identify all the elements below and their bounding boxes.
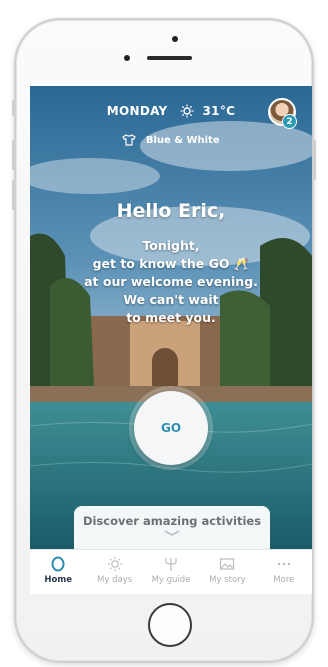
chevron-down-icon bbox=[164, 530, 180, 536]
message-line: We can't wait bbox=[123, 292, 219, 307]
tab-my-days[interactable]: My days bbox=[86, 550, 142, 594]
tab-label: My days bbox=[97, 575, 133, 585]
bottom-tab-bar: Home My days My guide My story More bbox=[30, 549, 312, 594]
tab-label: Home bbox=[44, 575, 72, 585]
tab-label: My guide bbox=[151, 575, 191, 585]
tab-more[interactable]: More bbox=[256, 550, 312, 594]
welcome-message: Tonight, get to know the GO 🥂 at our wel… bbox=[30, 237, 312, 327]
photo-icon bbox=[220, 558, 235, 570]
discover-label: Discover amazing activities bbox=[82, 514, 262, 528]
message-line: to meet you. bbox=[126, 310, 216, 325]
volume-down-button bbox=[12, 180, 15, 210]
discover-activities-panel[interactable]: Discover amazing activities bbox=[74, 506, 270, 550]
tab-home[interactable]: Home bbox=[30, 550, 86, 594]
dress-code-label: Blue & White bbox=[145, 135, 220, 146]
home-button[interactable] bbox=[148, 603, 192, 647]
sun-icon bbox=[180, 104, 194, 121]
power-button bbox=[313, 140, 316, 180]
message-line: at our welcome evening. bbox=[84, 274, 258, 289]
temperature-label: 31°C bbox=[202, 104, 236, 118]
sun-icon bbox=[107, 556, 122, 572]
go-button[interactable]: GO bbox=[134, 391, 208, 465]
proximity-sensor bbox=[124, 55, 130, 61]
volume-up-button bbox=[12, 140, 15, 170]
tab-my-story[interactable]: My story bbox=[199, 550, 255, 594]
message-line: get to know the GO 🥂 bbox=[92, 256, 250, 271]
more-dots-icon bbox=[277, 562, 291, 566]
tab-my-guide[interactable]: My guide bbox=[143, 550, 199, 594]
dress-code: Blue & White bbox=[30, 134, 312, 149]
tshirt-icon bbox=[122, 134, 136, 149]
notification-badge[interactable]: 2 bbox=[282, 114, 297, 129]
greeting-title: Hello Eric, bbox=[116, 200, 226, 222]
message-line: Tonight, bbox=[142, 238, 200, 253]
front-camera bbox=[172, 36, 178, 42]
tab-label: My story bbox=[209, 575, 246, 585]
trident-icon bbox=[165, 558, 177, 571]
earpiece-speaker bbox=[147, 56, 192, 60]
tab-label: More bbox=[273, 575, 295, 585]
mute-switch bbox=[12, 100, 15, 116]
home-ring-icon bbox=[51, 556, 65, 572]
day-label: MONDAY bbox=[106, 104, 168, 118]
app-screen: MONDAY 31°C Blue & White 2 Hello Eric, T… bbox=[30, 86, 312, 594]
